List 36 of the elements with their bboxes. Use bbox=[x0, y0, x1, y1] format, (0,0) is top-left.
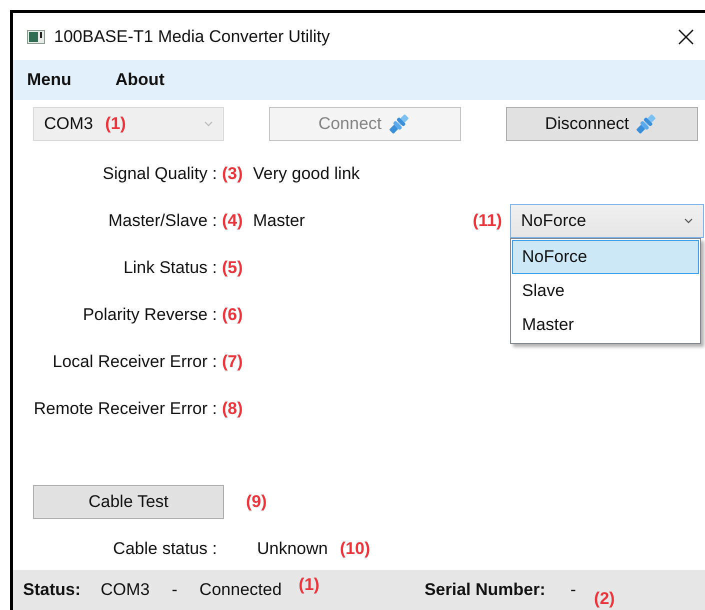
annotation-number: (1) bbox=[298, 574, 320, 596]
dropdown-option[interactable]: NoForce bbox=[512, 240, 699, 274]
status-port: COM3 bbox=[100, 579, 150, 601]
annotation-number: (9) bbox=[246, 492, 267, 512]
annotation-number: (6) bbox=[222, 304, 243, 324]
status-separator: - bbox=[172, 579, 178, 601]
dropdown-option[interactable]: Master bbox=[512, 308, 699, 342]
menu-item[interactable]: Menu bbox=[27, 70, 72, 90]
annotation-number: (7) bbox=[222, 352, 243, 370]
dropdown-option[interactable]: Slave bbox=[512, 274, 699, 308]
annotation-number: (8) bbox=[222, 398, 243, 418]
annotation-number: (5) bbox=[222, 258, 243, 276]
annotation-number: (11) bbox=[472, 210, 502, 230]
field-label: Signal Quality : bbox=[102, 164, 217, 184]
field-label: Master/Slave : bbox=[107, 210, 217, 230]
status-label: Status: bbox=[23, 579, 81, 601]
annotation-number: (2) bbox=[594, 588, 615, 610]
field-label: Remote Receiver Error : bbox=[32, 398, 217, 418]
annotation-number: (10) bbox=[340, 539, 370, 559]
serial-number-value: - bbox=[570, 579, 576, 601]
menu-item[interactable]: About bbox=[115, 70, 164, 90]
force-mode-dropdown[interactable]: NoForce bbox=[510, 204, 704, 238]
cable-test-button[interactable]: Cable Test bbox=[33, 485, 224, 519]
field-label: Polarity Reverse : bbox=[82, 304, 217, 324]
field-value: Very good link bbox=[253, 164, 360, 184]
window-title: 100BASE-T1 Media Converter Utility bbox=[54, 26, 330, 46]
field-value: Master bbox=[253, 210, 305, 230]
connection-button[interactable]: Disconnect bbox=[506, 107, 698, 141]
field-label: Local Receiver Error : bbox=[52, 352, 217, 372]
field-label: Cable status : bbox=[112, 539, 217, 559]
annotation-number: (3) bbox=[222, 164, 243, 182]
annotation-number: (4) bbox=[222, 210, 243, 230]
field-value: Unknown bbox=[257, 539, 328, 559]
status-state: Connected bbox=[199, 579, 282, 601]
field-label: Link Status : bbox=[122, 258, 217, 278]
serial-number-label: Serial Number: bbox=[424, 579, 546, 601]
